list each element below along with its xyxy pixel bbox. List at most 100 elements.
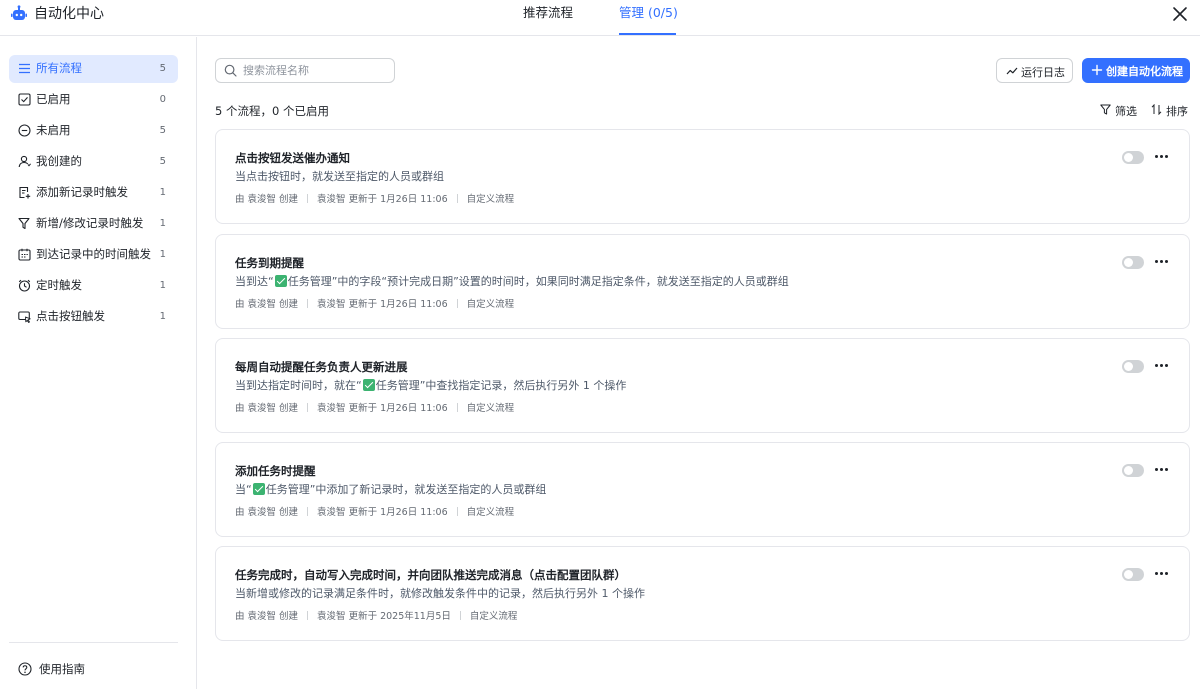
sidebar-item-disabled[interactable]: 未启用 5	[9, 117, 178, 145]
flow-description: 当到达“ 任务管理”中的字段“预计完成日期”设置的时间时，如果同时满足指定条件，就…	[235, 275, 789, 288]
sort-icon	[1151, 104, 1162, 115]
search-icon	[224, 64, 237, 77]
user-icon	[18, 155, 31, 168]
tab-recommended-flows[interactable]: 推荐流程	[523, 5, 573, 21]
create-flow-button[interactable]: 创建自动化流程	[1082, 58, 1190, 83]
flow-enable-toggle[interactable]	[1122, 151, 1144, 164]
sidebar-item-count: 1	[159, 218, 166, 229]
flow-description: 当点击按钮时，就发送至指定的人员或群组	[235, 170, 444, 183]
flow-title: 任务完成时，自动写入完成时间，并向团队推送完成消息（点击配置团队群）	[235, 568, 626, 582]
flow-card[interactable]: 任务到期提醒 当到达“ 任务管理”中的字段“预计完成日期”设置的时间时，如果同时满…	[215, 234, 1190, 329]
list-icon	[19, 63, 30, 74]
sidebar-item-label: 我创建的	[36, 154, 82, 168]
flow-updated: 袁浚智 更新于 2025年11月5日	[317, 611, 451, 622]
sidebar-item-label: 未启用	[36, 123, 71, 137]
help-circle-icon	[18, 662, 32, 676]
flow-type: 自定义流程	[466, 403, 515, 414]
flow-updated: 袁浚智 更新于 1月26日 11:06	[317, 507, 448, 518]
flow-meta: 由 袁浚智 创建 袁浚智 更新于 2025年11月5日 自定义流程	[235, 611, 517, 623]
flow-enable-toggle[interactable]	[1122, 464, 1144, 477]
sidebar-item-on-record-added[interactable]: 添加新记录时触发 1	[9, 179, 178, 207]
flow-updated: 袁浚智 更新于 1月26日 11:06	[317, 403, 448, 414]
top-bar: 自动化中心 推荐流程 管理 (0/5)	[0, 0, 1200, 36]
close-icon[interactable]	[1170, 4, 1190, 24]
robot-icon	[11, 5, 27, 20]
checkmark-icon	[274, 275, 287, 287]
flow-creator: 由 袁浚智 创建	[235, 611, 299, 622]
tab-manage[interactable]: 管理 (0/5)	[619, 5, 678, 21]
flow-creator: 由 袁浚智 创建	[235, 403, 299, 414]
flow-title: 添加任务时提醒	[235, 464, 316, 478]
filter-label: 筛选	[1115, 105, 1137, 118]
flow-description: 当到达指定时间时，就在“ 任务管理”中查找指定记录，然后执行另外 1 个操作	[235, 379, 627, 392]
checkbox-icon	[18, 93, 31, 106]
search-box	[215, 58, 395, 83]
flow-type: 自定义流程	[466, 194, 515, 205]
sidebar-item-label: 到达记录中的时间触发	[36, 247, 151, 261]
create-flow-label: 创建自动化流程	[1106, 65, 1183, 78]
sidebar-item-count: 1	[159, 311, 166, 322]
app-title: 自动化中心	[34, 6, 104, 22]
clock-icon	[18, 279, 31, 292]
flow-updated: 袁浚智 更新于 1月26日 11:06	[317, 299, 448, 310]
sidebar-item-label: 已启用	[36, 92, 71, 106]
sidebar-item-label: 新增/修改记录时触发	[36, 216, 144, 230]
sidebar-item-count: 1	[159, 280, 166, 291]
minus-circle-icon	[18, 124, 31, 137]
flow-enable-toggle[interactable]	[1122, 360, 1144, 373]
search-input[interactable]	[243, 62, 388, 79]
flow-card[interactable]: 任务完成时，自动写入完成时间，并向团队推送完成消息（点击配置团队群） 当新增或修…	[215, 546, 1190, 641]
button-click-icon	[18, 311, 31, 323]
plus-icon	[1091, 64, 1103, 76]
flow-title: 任务到期提醒	[235, 256, 304, 270]
sidebar-item-count: 5	[159, 156, 166, 167]
sidebar-item-all-flows[interactable]: 所有流程 5	[9, 55, 178, 83]
flow-summary: 5 个流程，0 个已启用	[215, 104, 329, 118]
sidebar-item-count: 5	[159, 125, 166, 136]
add-record-icon	[19, 186, 31, 199]
more-icon[interactable]	[1154, 254, 1170, 268]
sidebar-item-on-record-time[interactable]: 到达记录中的时间触发 1	[9, 241, 178, 269]
more-icon[interactable]	[1154, 462, 1170, 476]
filter-icon	[1100, 104, 1111, 115]
flow-meta: 由 袁浚智 创建 袁浚智 更新于 1月26日 11:06 自定义流程	[235, 403, 514, 415]
sort-label: 排序	[1166, 105, 1188, 118]
checkmark-icon	[362, 379, 375, 391]
calendar-icon	[18, 248, 31, 261]
sidebar-item-count: 0	[159, 94, 166, 105]
flow-enable-toggle[interactable]	[1122, 256, 1144, 269]
sidebar-item-on-record-changed[interactable]: 新增/修改记录时触发 1	[9, 210, 178, 238]
flow-meta: 由 袁浚智 创建 袁浚智 更新于 1月26日 11:06 自定义流程	[235, 299, 514, 311]
flow-title: 每周自动提醒任务负责人更新进展	[235, 360, 408, 374]
flow-meta: 由 袁浚智 创建 袁浚智 更新于 1月26日 11:06 自定义流程	[235, 507, 514, 519]
checkmark-icon	[252, 483, 265, 495]
flow-description: 当新增或修改的记录满足条件时，就修改触发条件中的记录，然后执行另外 1 个操作	[235, 587, 645, 600]
sidebar-item-count: 1	[159, 187, 166, 198]
user-guide-label: 使用指南	[39, 662, 85, 676]
flow-card[interactable]: 每周自动提醒任务负责人更新进展 当到达指定时间时，就在“ 任务管理”中查找指定记录…	[215, 338, 1190, 433]
active-tab-indicator	[619, 33, 676, 35]
flow-type: 自定义流程	[469, 611, 518, 622]
flow-card[interactable]: 添加任务时提醒 当“ 任务管理”中添加了新记录时，就发送至指定的人员或群组 由 袁…	[215, 442, 1190, 537]
flow-card[interactable]: 点击按钮发送催办通知 当点击按钮时，就发送至指定的人员或群组 由 袁浚智 创建 袁…	[215, 129, 1190, 224]
flow-updated: 袁浚智 更新于 1月26日 11:06	[317, 194, 448, 205]
flow-enable-toggle[interactable]	[1122, 568, 1144, 581]
sidebar-item-scheduled[interactable]: 定时触发 1	[9, 272, 178, 300]
trend-line-icon	[1006, 67, 1018, 75]
more-icon[interactable]	[1154, 358, 1170, 372]
sidebar-item-enabled[interactable]: 已启用 0	[9, 86, 178, 114]
sidebar-item-count: 5	[159, 63, 166, 74]
sidebar-item-on-button-click[interactable]: 点击按钮触发 1	[9, 303, 178, 331]
flow-creator: 由 袁浚智 创建	[235, 507, 299, 518]
sidebar-item-label: 点击按钮触发	[36, 309, 105, 323]
more-icon[interactable]	[1154, 566, 1170, 580]
flow-type: 自定义流程	[466, 299, 515, 310]
run-log-label: 运行日志	[1021, 66, 1065, 79]
flow-creator: 由 袁浚智 创建	[235, 299, 299, 310]
flow-title: 点击按钮发送催办通知	[235, 151, 350, 165]
sidebar-divider	[9, 642, 178, 643]
more-icon[interactable]	[1154, 149, 1170, 163]
sidebar-item-created-by-me[interactable]: 我创建的 5	[9, 148, 178, 176]
filter-icon	[18, 217, 30, 230]
run-log-button[interactable]: 运行日志	[996, 58, 1073, 83]
